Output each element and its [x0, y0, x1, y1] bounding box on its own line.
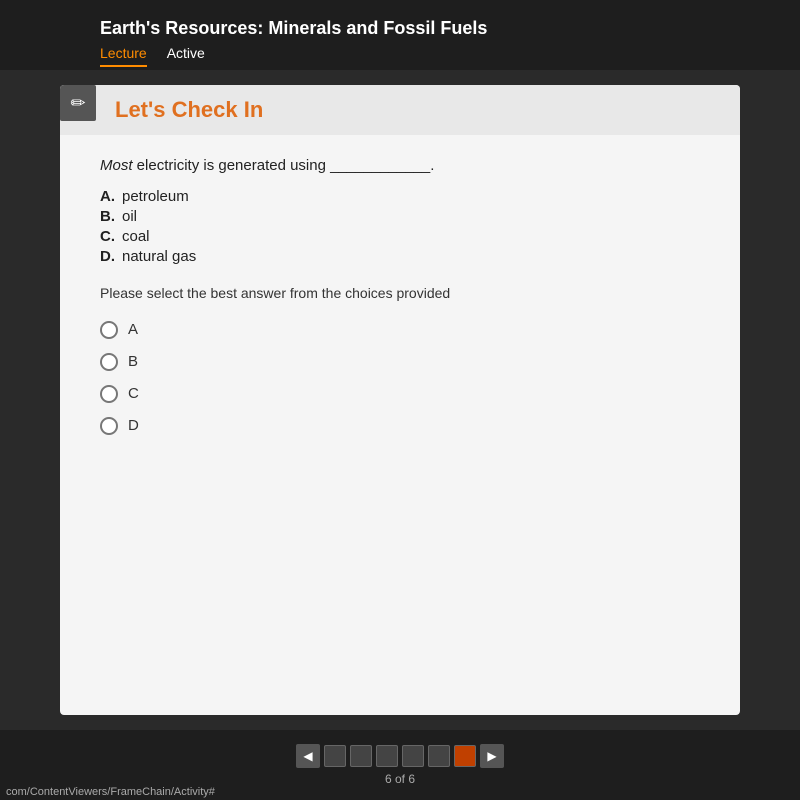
radio-label-a: A — [128, 321, 138, 338]
radio-label-b: B — [128, 353, 138, 370]
prev-arrow[interactable]: ◀ — [296, 744, 320, 768]
tab-active[interactable]: Active — [167, 45, 205, 67]
next-arrow[interactable]: ▶ — [480, 744, 504, 768]
choice-a: A. petroleum — [100, 188, 700, 205]
nav-dot-3[interactable] — [376, 745, 398, 767]
radio-circle-a[interactable] — [100, 321, 118, 339]
course-title: Earth's Resources: Minerals and Fossil F… — [100, 10, 780, 39]
nav-dot-1[interactable] — [324, 745, 346, 767]
question-text: Most electricity is generated using ____… — [100, 155, 700, 178]
radio-circle-b[interactable] — [100, 353, 118, 371]
content-area: ✏ Let's Check In Most electricity is gen… — [0, 70, 800, 730]
radio-label-c: C — [128, 385, 139, 402]
radio-label-d: D — [128, 417, 139, 434]
page-label: 6 of 6 — [385, 772, 415, 786]
nav-dot-4[interactable] — [402, 745, 424, 767]
nav-controls: ◀ ▶ — [296, 744, 504, 768]
radio-option-d[interactable]: D — [100, 417, 700, 435]
question-emphasis: Most — [100, 157, 133, 174]
nav-tabs: Lecture Active — [100, 45, 780, 67]
radio-option-a[interactable]: A — [100, 321, 700, 339]
top-bar: Earth's Resources: Minerals and Fossil F… — [0, 0, 800, 70]
choices-list: A. petroleum B. oil C. coal D. natural g… — [100, 188, 700, 265]
choice-b: B. oil — [100, 208, 700, 225]
radio-option-b[interactable]: B — [100, 353, 700, 371]
radio-option-c[interactable]: C — [100, 385, 700, 403]
radio-circle-d[interactable] — [100, 417, 118, 435]
tab-lecture[interactable]: Lecture — [100, 45, 147, 67]
nav-dot-5[interactable] — [428, 745, 450, 767]
nav-dot-6[interactable] — [454, 745, 476, 767]
pencil-icon-wrapper: ✏ — [60, 85, 96, 121]
instruction-text: Please select the best answer from the c… — [100, 285, 700, 301]
nav-dot-2[interactable] — [350, 745, 372, 767]
pencil-icon: ✏ — [70, 93, 85, 114]
panel-body: Most electricity is generated using ____… — [60, 135, 740, 465]
url-bar: com/ContentViewers/FrameChain/Activity# — [0, 784, 221, 800]
white-panel: ✏ Let's Check In Most electricity is gen… — [60, 85, 740, 715]
choice-d: D. natural gas — [100, 248, 700, 265]
choice-c: C. coal — [100, 228, 700, 245]
radio-options: A B C D — [100, 321, 700, 435]
radio-circle-c[interactable] — [100, 385, 118, 403]
